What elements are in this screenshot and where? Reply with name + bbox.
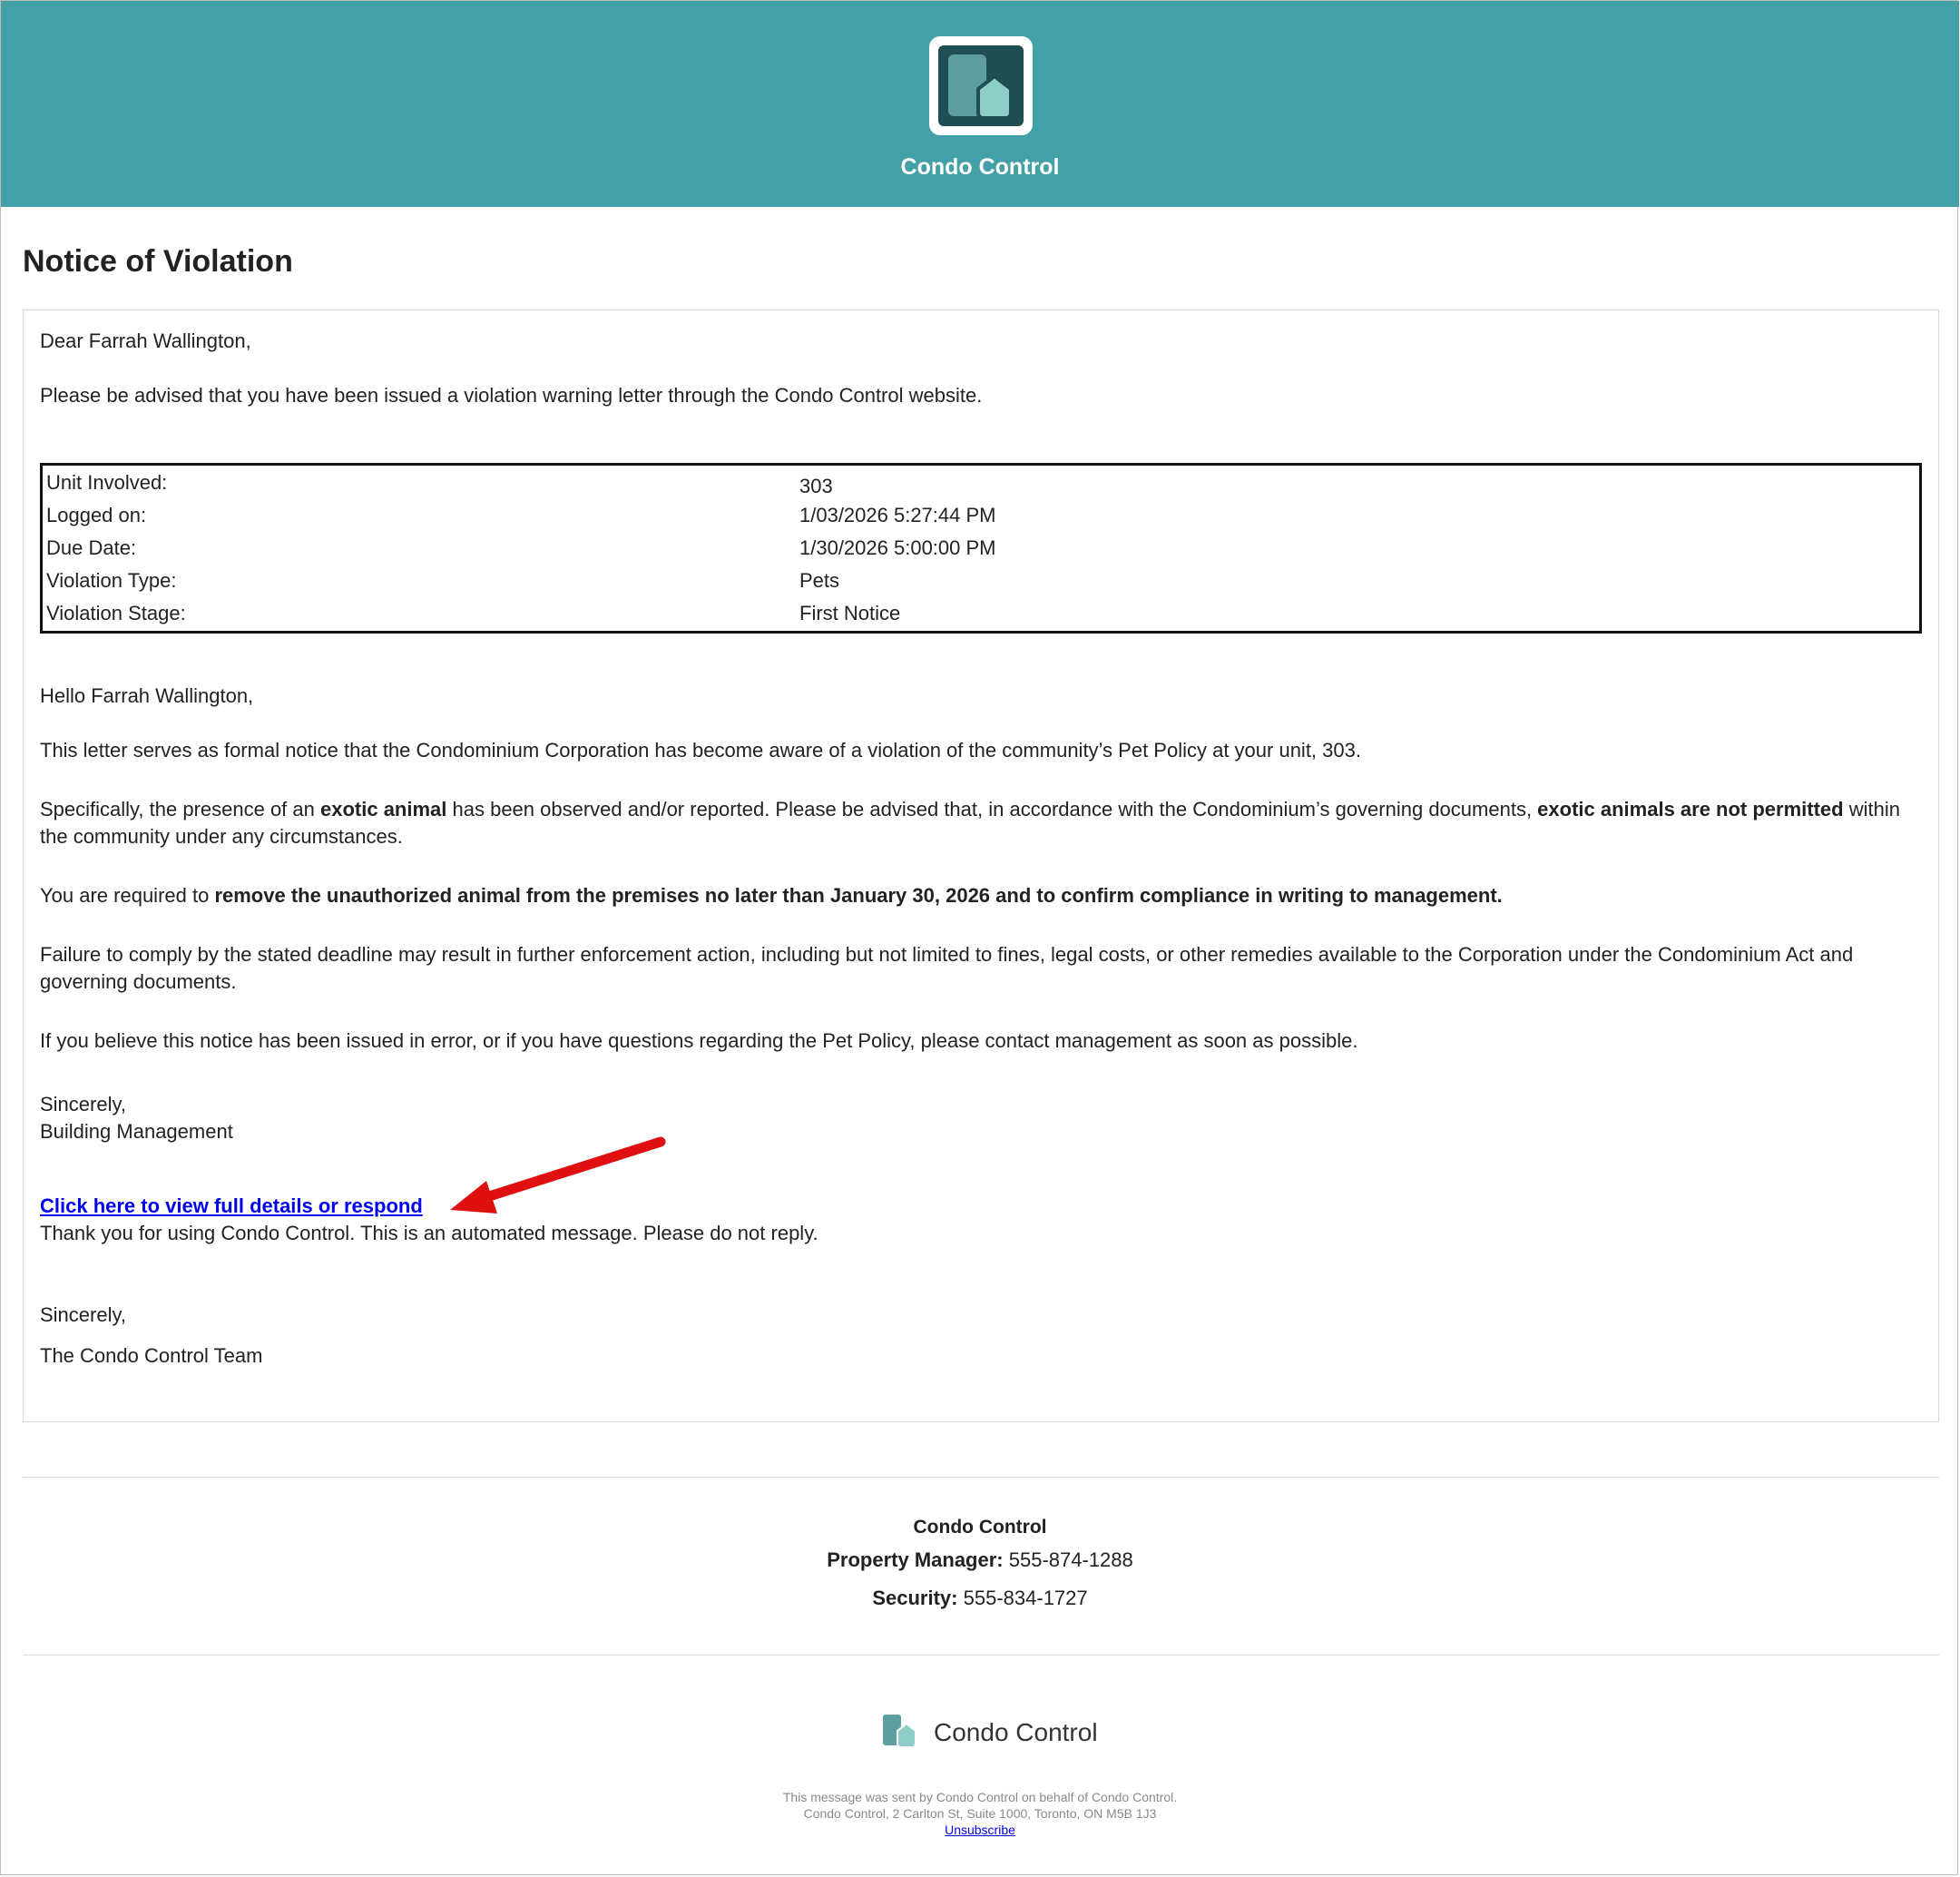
notice-card: Dear Farrah Wallington, Please be advise…: [23, 310, 1939, 1422]
detail-label-logged: Logged on:: [46, 504, 147, 526]
signoff-sincerely: Sincerely,: [40, 1093, 126, 1115]
email-header: Condo Control: [1, 1, 1959, 207]
intro-text: Please be advised that you have been iss…: [40, 384, 983, 407]
detail-value-logged: 1/03/2026 5:27:44 PM: [799, 504, 996, 526]
detail-label-due: Due Date:: [46, 536, 137, 559]
violation-details-table: Unit Involved: 303 Logged on: 1/03/2026 …: [40, 463, 1922, 634]
footer-property-manager: Property Manager: 555-874-1288: [827, 1548, 1133, 1571]
unsubscribe-link[interactable]: Unsubscribe: [945, 1823, 1015, 1837]
footer-company: Condo Control: [913, 1517, 1047, 1538]
paragraph-requirement: You are required to remove the unauthori…: [40, 884, 1503, 907]
paragraph-failure: Failure to comply by the stated deadline…: [40, 943, 1854, 993]
condo-control-logo-icon: [929, 36, 1033, 135]
hello-text: Hello Farrah Wallington,: [40, 684, 254, 707]
signoff-building-management: Building Management: [40, 1120, 233, 1143]
email-page: Condo Control Notice of Violation Dear F…: [0, 0, 1959, 1875]
detail-label-type: Violation Type:: [46, 569, 177, 592]
red-arrow-icon: [450, 1136, 666, 1214]
footer-sent-by: This message was sent by Condo Control o…: [782, 1790, 1178, 1804]
detail-value-due: 1/30/2026 5:00:00 PM: [799, 536, 996, 559]
footer-divider-bottom: [23, 1655, 1939, 1656]
closing-team: The Condo Control Team: [40, 1344, 263, 1367]
paragraph-exotic-animal: Specifically, the presence of an exotic …: [40, 798, 1900, 848]
paragraph-contact: If you believe this notice has been issu…: [40, 1029, 1358, 1052]
detail-value-stage: First Notice: [799, 602, 901, 624]
footer-security: Security: 555-834-1727: [872, 1587, 1088, 1609]
automated-message: Thank you for using Condo Control. This …: [40, 1222, 818, 1244]
view-details-link[interactable]: Click here to view full details or respo…: [40, 1194, 423, 1217]
detail-label-stage: Violation Stage:: [46, 602, 186, 624]
footer-logo-text: Condo Control: [934, 1718, 1098, 1746]
footer-unsubscribe-row: Unsubscribe: [1, 1822, 1959, 1838]
condo-control-small-logo-icon: [883, 1715, 916, 1748]
detail-value-type: Pets: [799, 569, 840, 592]
greeting: Dear Farrah Wallington,: [40, 329, 251, 352]
header-brand-name: Condo Control: [900, 154, 1060, 180]
footer-divider-top: [23, 1477, 1939, 1478]
detail-label-unit: Unit Involved:: [46, 471, 168, 494]
logo-shapes: [948, 54, 1013, 120]
page-title: Notice of Violation: [23, 244, 293, 279]
closing-sincerely: Sincerely,: [40, 1303, 126, 1326]
view-details-paragraph: Click here to view full details or respo…: [40, 1193, 423, 1220]
paragraph-notice: This letter serves as formal notice that…: [40, 739, 1361, 762]
detail-value-unit: 303: [799, 475, 833, 497]
footer-address: Condo Control, 2 Carlton St, Suite 1000,…: [803, 1806, 1157, 1821]
